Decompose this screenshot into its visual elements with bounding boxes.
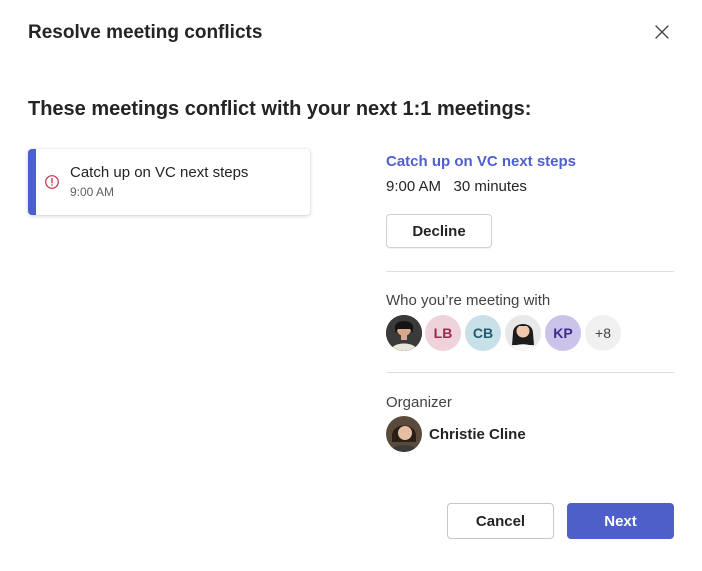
conflict-card[interactable]: Catch up on VC next steps 9:00 AM — [28, 149, 310, 215]
attendee-avatar-cb[interactable]: CB — [465, 315, 501, 351]
warning-circle-icon — [45, 175, 59, 189]
close-button[interactable] — [646, 17, 678, 47]
dialog-title: Resolve meeting conflicts — [28, 22, 263, 43]
divider — [386, 271, 674, 272]
divider — [386, 372, 674, 373]
attendee-avatar-kp[interactable]: KP — [545, 315, 581, 351]
person-photo-avatar — [386, 315, 422, 351]
attendee-overflow-count[interactable]: +8 — [585, 315, 621, 351]
person-photo-avatar — [505, 315, 541, 351]
person-photo-avatar — [386, 416, 422, 452]
conflict-card-accent — [28, 149, 36, 215]
organizer-name: Christie Cline — [429, 426, 526, 443]
meeting-time-duration: 9:00 AM 30 minutes — [386, 178, 527, 195]
conflict-card-time: 9:00 AM — [70, 185, 115, 199]
conflict-heading: These meetings conflict with your next 1… — [28, 98, 532, 120]
decline-button[interactable]: Decline — [386, 214, 492, 248]
attendee-avatar-lb[interactable]: LB — [425, 315, 461, 351]
next-button[interactable]: Next — [567, 503, 674, 539]
attendee-avatar-photo[interactable] — [386, 315, 422, 351]
cancel-button[interactable]: Cancel — [447, 503, 554, 539]
attendee-avatar-photo[interactable] — [505, 315, 541, 351]
conflict-card-title: Catch up on VC next steps — [70, 164, 249, 181]
organizer-avatar[interactable] — [386, 416, 422, 452]
close-icon — [655, 25, 669, 39]
meeting-title-link[interactable]: Catch up on VC next steps — [386, 153, 576, 170]
attendees-label: Who you’re meeting with — [386, 292, 551, 309]
organizer-label: Organizer — [386, 394, 452, 411]
